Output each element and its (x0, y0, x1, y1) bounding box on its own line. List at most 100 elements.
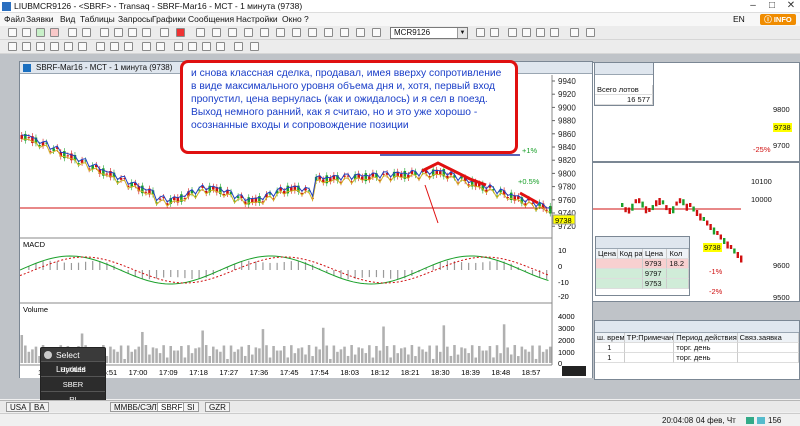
pointer-tool-icon[interactable] (8, 42, 17, 51)
volume-bar (137, 346, 141, 363)
line-tool-icon[interactable] (22, 42, 31, 51)
orders-window[interactable]: ш. время ТР:Примечание Период действия С… (594, 320, 800, 380)
disconnect-icon[interactable] (292, 28, 301, 37)
table-row[interactable]: 9753 (596, 279, 689, 289)
stop-order-icon[interactable] (68, 28, 77, 37)
quotes-col-qty[interactable]: Кол (667, 249, 689, 259)
sync-icon[interactable] (476, 28, 485, 37)
menu-settings[interactable]: Настройки (236, 14, 278, 24)
help-icon[interactable] (586, 28, 595, 37)
tile-icon[interactable] (536, 28, 545, 37)
mail-icon[interactable] (340, 28, 349, 37)
volume-bar (403, 347, 407, 363)
cancel-all-icon[interactable] (176, 28, 185, 37)
layouts-icon (44, 351, 52, 359)
quotes-col-price[interactable]: Цена (596, 249, 618, 259)
options-icon[interactable] (570, 28, 579, 37)
orders-col-linked[interactable]: Связ.заявка (737, 333, 799, 343)
table-row[interactable]: 9797 (596, 269, 689, 279)
maximize-icon[interactable]: □ (763, 0, 781, 13)
menu-view[interactable]: Вид (60, 14, 75, 24)
print-icon[interactable] (324, 28, 333, 37)
orderbook-window[interactable]: Всего лотов 16 577 (594, 62, 654, 106)
close-icon[interactable]: ✕ (782, 0, 800, 13)
orders-col-period[interactable]: Период действия (674, 333, 738, 343)
tab-sbrf[interactable]: SBRF (157, 402, 187, 412)
quotes-col-code[interactable]: Код ра (617, 249, 643, 259)
quotes-icon[interactable] (128, 28, 137, 37)
money-icon[interactable] (212, 28, 221, 37)
timeframe-icon[interactable] (234, 42, 243, 51)
order-note (624, 353, 675, 363)
volume-bar (410, 345, 414, 363)
volume-bar (279, 350, 282, 363)
text-tool-icon[interactable] (96, 42, 105, 51)
volume-bar (219, 351, 222, 363)
quotes-col-price2[interactable]: Цена (642, 249, 668, 259)
candle-icon[interactable] (188, 42, 197, 51)
table-row[interactable]: 1 торг. день (595, 353, 799, 363)
volume-bar (474, 357, 478, 363)
menu-orders[interactable]: Заявки (26, 14, 53, 24)
tab-ba[interactable]: BA (30, 402, 49, 412)
cancel-order-icon[interactable] (82, 28, 91, 37)
trades-icon[interactable] (142, 28, 151, 37)
menu-tables[interactable]: Таблицы (80, 14, 115, 24)
channel-tool-icon[interactable] (64, 42, 73, 51)
fibo-tool-icon[interactable] (78, 42, 87, 51)
lock-icon[interactable] (372, 28, 381, 37)
menu-window[interactable]: Окно (282, 14, 302, 24)
history-icon[interactable] (308, 28, 317, 37)
menu-queries[interactable]: Запросы (118, 14, 152, 24)
zoom-in-icon[interactable] (142, 42, 151, 51)
connect-icon[interactable] (276, 28, 285, 37)
mini-tick-1: 10000 (751, 195, 772, 204)
chart-icon[interactable] (114, 28, 123, 37)
volume-bar (488, 346, 492, 363)
zoom-out-icon[interactable] (156, 42, 165, 51)
hline-tool-icon[interactable] (36, 42, 45, 51)
quotes-window[interactable]: Цена Код ра Цена Кол 9793 18.2 9797 9753 (595, 236, 690, 296)
orders-col-time[interactable]: ш. время (595, 333, 625, 343)
bar-icon[interactable] (202, 42, 211, 51)
news-icon[interactable] (244, 28, 253, 37)
crosshair-icon[interactable] (22, 28, 31, 37)
minimize-icon[interactable]: – (744, 0, 762, 13)
rect-tool-icon[interactable] (124, 42, 133, 51)
buy-icon[interactable] (36, 28, 45, 37)
price-tick-label: 9760 (558, 196, 576, 205)
orders-col-note[interactable]: ТР:Примечание (624, 333, 675, 343)
layout-item-sber[interactable]: SBER (41, 377, 105, 392)
alert-icon[interactable] (260, 28, 269, 37)
line-chart-icon[interactable] (216, 42, 225, 51)
sell-icon[interactable] (50, 28, 59, 37)
quote-qty (667, 269, 689, 279)
arrow-tool-icon[interactable] (110, 42, 119, 51)
vline-tool-icon[interactable] (50, 42, 59, 51)
layout-item-untitled[interactable]: Untitled (41, 362, 105, 377)
menu-help[interactable]: ? (304, 14, 309, 24)
tab-gzr[interactable]: GZR (205, 402, 230, 412)
grid-icon[interactable] (508, 28, 517, 37)
account-select[interactable]: MCR9126 ▼ (390, 27, 468, 39)
indicator-icon[interactable] (174, 42, 183, 51)
menu-file[interactable]: Файл (4, 14, 25, 24)
table-row[interactable]: 1 торг. день (595, 343, 799, 353)
calc-icon[interactable] (356, 28, 365, 37)
tab-si[interactable]: SI (183, 402, 199, 412)
language-indicator[interactable]: EN (733, 14, 745, 24)
settings-icon[interactable] (228, 28, 237, 37)
menu-messages[interactable]: Сообщения (188, 14, 234, 24)
table-row[interactable]: 9793 18.2 (596, 259, 689, 269)
portfolio-icon[interactable] (160, 28, 169, 37)
sum-icon[interactable] (196, 28, 205, 37)
export-icon[interactable] (490, 28, 499, 37)
cursor-icon[interactable] (8, 28, 17, 37)
menu-charts[interactable]: Графики (152, 14, 186, 24)
table-icon[interactable] (100, 28, 109, 37)
delete-tool-icon[interactable] (250, 42, 259, 51)
cascade-icon[interactable] (550, 28, 559, 37)
info-button[interactable]: ⓘ INFO (760, 14, 796, 25)
window-layout-icon[interactable] (522, 28, 531, 37)
tab-usa[interactable]: USA (6, 402, 31, 412)
